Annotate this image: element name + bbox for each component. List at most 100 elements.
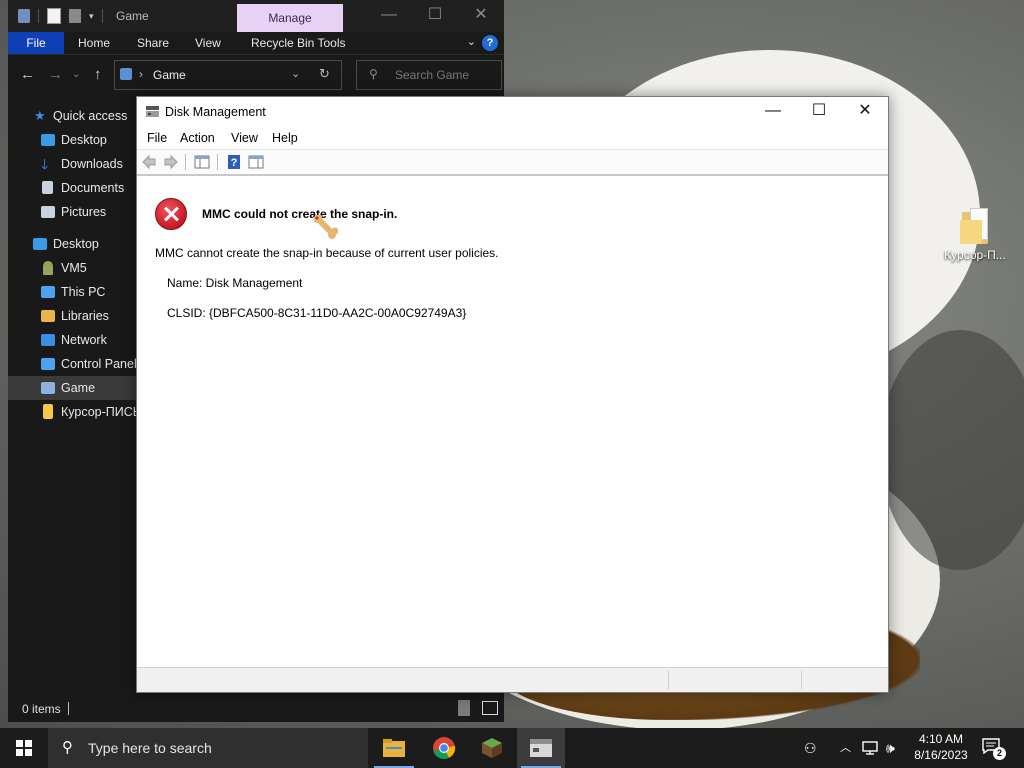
disk-management-window: Disk Management — ☐ ✕ File Action View H… — [136, 96, 889, 693]
chrome-icon — [433, 737, 456, 759]
search-input[interactable]: ⚲ Search Game — [356, 60, 502, 90]
navigation-pane: ★ Quick access Desktop 🡓 Downloads Docum… — [8, 100, 138, 419]
download-icon: 🡓 — [41, 156, 49, 172]
network-icon — [41, 334, 55, 346]
search-placeholder: Type here to search — [88, 740, 212, 756]
search-icon: ⚲ — [369, 67, 378, 81]
star-icon: ★ — [34, 108, 46, 123]
item-count: 0 items — [22, 702, 61, 716]
forward-arrow-icon[interactable] — [163, 154, 179, 170]
desktop-folder-icon[interactable]: Курсор-П... — [940, 208, 1010, 262]
refresh-icon[interactable]: ↻ — [319, 66, 330, 82]
taskbar-search-input[interactable]: ⚲ Type here to search — [48, 728, 368, 768]
taskbar: ⚲ Type here to search ⚇ ︿ 🕪 4:10 AM 8/16… — [0, 728, 1024, 768]
sidebar-item-libraries[interactable]: Libraries — [8, 304, 138, 328]
sidebar-item-game[interactable]: Game — [8, 376, 138, 400]
window-controls: — ☐ ✕ — [366, 0, 504, 32]
minimize-button[interactable]: — — [750, 97, 796, 127]
breadcrumb-separator-icon: › — [139, 67, 143, 81]
window-title: Disk Management — [165, 105, 266, 119]
folder-icon — [960, 208, 990, 244]
explorer-status-bar: 0 items — [8, 696, 504, 722]
taskbar-minecraft[interactable] — [468, 728, 516, 768]
address-dropdown-chevron-icon[interactable]: ⌄ — [291, 67, 300, 80]
tab-share[interactable]: Share — [137, 32, 169, 54]
details-view-icon[interactable] — [458, 700, 470, 716]
recycle-bin-icon — [18, 9, 30, 23]
sidebar-item-desktop-root[interactable]: Desktop — [8, 232, 138, 256]
libraries-icon — [41, 310, 55, 322]
user-icon — [43, 261, 53, 275]
minimize-button[interactable]: — — [366, 0, 412, 32]
show-hide-action-pane-icon[interactable] — [248, 154, 264, 170]
search-icon: ⚲ — [62, 739, 73, 756]
people-icon[interactable]: ⚇ — [804, 728, 817, 768]
disk-management-icon — [146, 106, 159, 117]
customize-toolbar-chevron-icon[interactable]: ▾ — [89, 11, 94, 22]
folder-icon — [43, 404, 53, 419]
search-placeholder: Search Game — [395, 68, 470, 82]
taskbar-clock[interactable]: 4:10 AM 8/16/2023 — [908, 731, 974, 763]
sidebar-item-pictures[interactable]: Pictures — [8, 200, 138, 224]
sidebar-item-control-panel[interactable]: Control Panel — [8, 352, 138, 376]
maximize-button[interactable]: ☐ — [412, 0, 458, 32]
menu-action[interactable]: Action — [180, 131, 215, 145]
documents-icon — [42, 181, 53, 194]
new-folder-icon[interactable] — [69, 9, 81, 23]
tab-recycle-bin-tools[interactable]: Recycle Bin Tools — [251, 32, 346, 54]
tab-file[interactable]: File — [8, 32, 64, 54]
sidebar-item-cursor-folder[interactable]: Курсор-ПИСЬКА — [8, 400, 138, 424]
desktop-icon — [33, 238, 47, 250]
ribbon-tabs: File Home Share View Recycle Bin Tools ⌄… — [8, 32, 504, 55]
notification-badge: 2 — [993, 747, 1006, 760]
error-panel: MMC could not create the snap-in. MMC ca… — [137, 181, 888, 667]
back-arrow-icon[interactable]: ← — [20, 66, 35, 83]
back-arrow-icon[interactable] — [141, 154, 157, 170]
breadcrumb[interactable]: Game — [153, 68, 186, 82]
sidebar-item-quick-access[interactable]: ★ Quick access — [8, 104, 138, 128]
show-hide-console-tree-icon[interactable] — [194, 154, 210, 170]
menu-help[interactable]: Help — [272, 131, 298, 145]
recycle-bin-icon — [41, 382, 55, 394]
error-message: MMC cannot create the snap-in because of… — [155, 246, 499, 260]
sidebar-item-documents[interactable]: Documents — [8, 176, 138, 200]
close-button[interactable]: ✕ — [458, 0, 504, 32]
control-panel-icon — [41, 358, 55, 370]
help-icon[interactable]: ? — [226, 154, 242, 170]
network-icon[interactable] — [862, 741, 878, 755]
expand-ribbon-chevron-icon[interactable]: ⌄ — [467, 35, 476, 48]
sidebar-item-this-pc[interactable]: This PC — [8, 280, 138, 304]
sidebar-item-vm5[interactable]: VM5 — [8, 256, 138, 280]
explorer-titlebar: ▾ Game Manage — ☐ ✕ — [8, 0, 504, 32]
maximize-button[interactable]: ☐ — [796, 97, 842, 127]
properties-icon[interactable] — [47, 8, 61, 24]
error-heading: MMC could not create the snap-in. — [202, 207, 398, 221]
help-icon[interactable]: ? — [482, 35, 498, 51]
volume-icon[interactable]: 🕪 — [886, 728, 895, 768]
forward-arrow-icon[interactable]: → — [48, 66, 63, 83]
taskbar-file-explorer[interactable] — [370, 728, 418, 768]
large-icons-view-icon[interactable] — [482, 701, 498, 715]
close-button[interactable]: ✕ — [842, 97, 888, 127]
up-arrow-icon[interactable]: ↑ — [94, 66, 102, 83]
taskbar-disk-management[interactable] — [517, 728, 565, 768]
mmc-titlebar: Disk Management — ☐ ✕ — [137, 97, 888, 127]
tab-home[interactable]: Home — [78, 32, 110, 54]
start-button[interactable] — [0, 728, 48, 768]
computer-icon — [41, 286, 55, 298]
menu-file[interactable]: File — [147, 131, 167, 145]
snap-in-clsid: CLSID: {DBFCA500-8C31-11D0-AA2C-00A0C927… — [167, 306, 467, 320]
menu-view[interactable]: View — [231, 131, 258, 145]
show-hidden-icons-chevron-icon[interactable]: ︿ — [840, 728, 851, 768]
address-bar[interactable]: › Game ⌄ ↻ — [114, 60, 342, 90]
sidebar-item-network[interactable]: Network — [8, 328, 138, 352]
action-center-button[interactable]: 2 — [982, 738, 1006, 760]
tab-manage[interactable]: Manage — [237, 4, 343, 32]
sidebar-item-downloads[interactable]: 🡓 Downloads — [8, 152, 138, 176]
sidebar-item-desktop[interactable]: Desktop — [8, 128, 138, 152]
file-explorer-icon — [383, 739, 405, 757]
recent-locations-chevron-icon[interactable]: ⌄ — [72, 69, 80, 80]
mmc-icon — [530, 739, 552, 757]
tab-view[interactable]: View — [195, 32, 221, 54]
taskbar-chrome[interactable] — [420, 728, 468, 768]
